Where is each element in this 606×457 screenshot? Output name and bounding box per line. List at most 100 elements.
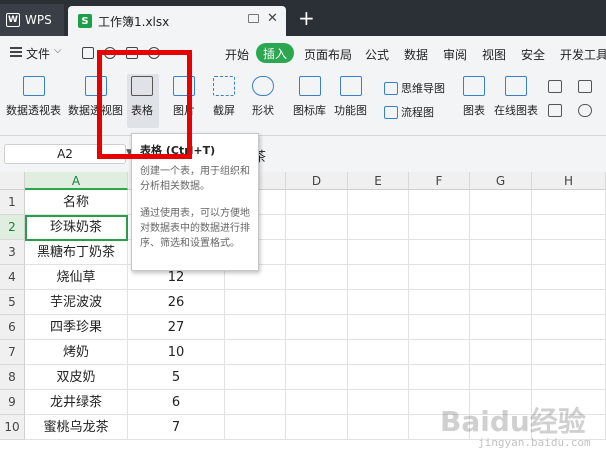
table-cell[interactable]	[409, 340, 470, 365]
close-tab-icon[interactable]: ✕	[267, 11, 278, 26]
table-cell[interactable]	[348, 390, 409, 415]
table-cell[interactable]	[348, 290, 409, 315]
table-cell[interactable]	[286, 390, 348, 415]
row-header[interactable]: 2	[0, 215, 25, 240]
table-cell[interactable]	[470, 365, 532, 390]
table-cell[interactable]	[225, 415, 286, 440]
table-cell[interactable]: 26	[128, 290, 225, 315]
table-cell[interactable]	[225, 340, 286, 365]
column-header-g[interactable]: G	[470, 172, 532, 190]
table-cell[interactable]	[286, 190, 348, 215]
table-cell[interactable]	[348, 315, 409, 340]
menu-item-security[interactable]: 安全	[521, 46, 545, 63]
table-cell[interactable]	[286, 215, 348, 240]
column-header-e[interactable]: E	[348, 172, 409, 190]
chart-button[interactable]: 图表	[463, 76, 485, 118]
menu-item-insert[interactable]: 插入	[256, 43, 294, 63]
table-cell[interactable]	[286, 340, 348, 365]
table-cell[interactable]	[532, 290, 606, 315]
column-chart-icon[interactable]	[548, 80, 562, 93]
float-window-icon[interactable]	[248, 14, 259, 23]
icon-library-button[interactable]: 图标库	[293, 76, 326, 118]
file-menu[interactable]: 文件	[26, 45, 50, 62]
menu-item-page-layout[interactable]: 页面布局	[304, 46, 352, 63]
table-cell[interactable]	[409, 265, 470, 290]
table-cell[interactable]	[348, 415, 409, 440]
table-cell[interactable]	[470, 240, 532, 265]
table-cell[interactable]	[470, 290, 532, 315]
line-chart-icon[interactable]	[548, 104, 562, 117]
table-cell[interactable]: 5	[128, 365, 225, 390]
menu-item-formulas[interactable]: 公式	[365, 46, 389, 63]
column-header-a[interactable]: A	[25, 172, 128, 190]
table-cell[interactable]	[286, 240, 348, 265]
row-header[interactable]: 6	[0, 315, 25, 340]
table-cell[interactable]	[348, 265, 409, 290]
row-header[interactable]: 8	[0, 365, 25, 390]
function-chart-button[interactable]: 功能图	[334, 76, 367, 118]
table-cell[interactable]	[409, 240, 470, 265]
table-cell[interactable]	[225, 315, 286, 340]
table-cell[interactable]	[348, 190, 409, 215]
flowchart-button[interactable]: 流程图	[384, 104, 434, 120]
menu-icon[interactable]	[10, 47, 22, 57]
table-cell[interactable]: 烤奶	[25, 340, 128, 365]
row-header[interactable]: 1	[0, 190, 25, 215]
bar-chart-horizontal-icon[interactable]	[578, 80, 592, 93]
table-cell[interactable]	[286, 415, 348, 440]
row-header[interactable]: 3	[0, 240, 25, 265]
pivot-table-button[interactable]: 数据透视表	[6, 76, 61, 118]
table-cell[interactable]	[470, 190, 532, 215]
table-cell[interactable]: 四季珍果	[25, 315, 128, 340]
shapes-button[interactable]: 形状	[252, 76, 274, 118]
menu-item-developer[interactable]: 开发工具	[560, 46, 606, 63]
table-cell[interactable]	[225, 290, 286, 315]
table-cell[interactable]	[470, 215, 532, 240]
table-cell[interactable]	[532, 240, 606, 265]
row-header[interactable]: 4	[0, 265, 25, 290]
table-cell[interactable]	[348, 240, 409, 265]
online-chart-button[interactable]: 在线图表	[494, 76, 538, 118]
wps-home-tab[interactable]: W WPS	[0, 4, 64, 36]
column-header-d[interactable]: D	[286, 172, 348, 190]
row-header[interactable]: 5	[0, 290, 25, 315]
table-cell[interactable]	[409, 315, 470, 340]
table-cell[interactable]: 双皮奶	[25, 365, 128, 390]
row-header[interactable]: 10	[0, 415, 25, 440]
table-cell[interactable]	[348, 365, 409, 390]
table-cell[interactable]	[532, 340, 606, 365]
table-cell[interactable]	[470, 340, 532, 365]
table-cell[interactable]: 烧仙草	[25, 265, 128, 290]
table-cell[interactable]	[348, 340, 409, 365]
chevron-down-icon[interactable]: ⌵	[54, 45, 62, 56]
table-cell[interactable]	[225, 390, 286, 415]
table-cell[interactable]	[286, 315, 348, 340]
table-cell[interactable]	[532, 315, 606, 340]
mind-map-button[interactable]: 思维导图	[384, 80, 445, 96]
table-cell[interactable]	[532, 265, 606, 290]
table-cell[interactable]	[470, 265, 532, 290]
menu-item-data[interactable]: 数据	[404, 46, 428, 63]
row-header[interactable]: 9	[0, 390, 25, 415]
table-cell[interactable]: 27	[128, 315, 225, 340]
table-cell[interactable]: 龙井绿茶	[25, 390, 128, 415]
save-icon[interactable]	[82, 47, 94, 59]
table-cell[interactable]: 7	[128, 415, 225, 440]
table-cell[interactable]	[409, 365, 470, 390]
screenshot-button[interactable]: 截屏	[213, 76, 235, 118]
menu-item-review[interactable]: 审阅	[443, 46, 467, 63]
row-header[interactable]: 7	[0, 340, 25, 365]
table-cell[interactable]: 蜜桃乌龙茶	[25, 415, 128, 440]
table-cell[interactable]	[470, 315, 532, 340]
table-cell[interactable]	[409, 290, 470, 315]
table-cell[interactable]: 珍珠奶茶	[25, 215, 128, 240]
table-cell[interactable]: 名称	[25, 190, 128, 215]
table-cell[interactable]	[286, 265, 348, 290]
table-cell[interactable]	[286, 290, 348, 315]
table-cell[interactable]	[532, 190, 606, 215]
table-cell[interactable]	[409, 215, 470, 240]
table-cell[interactable]	[532, 365, 606, 390]
table-cell[interactable]	[348, 215, 409, 240]
menu-item-home[interactable]: 开始	[225, 46, 249, 63]
table-cell[interactable]: 黑糖布丁奶茶	[25, 240, 128, 265]
